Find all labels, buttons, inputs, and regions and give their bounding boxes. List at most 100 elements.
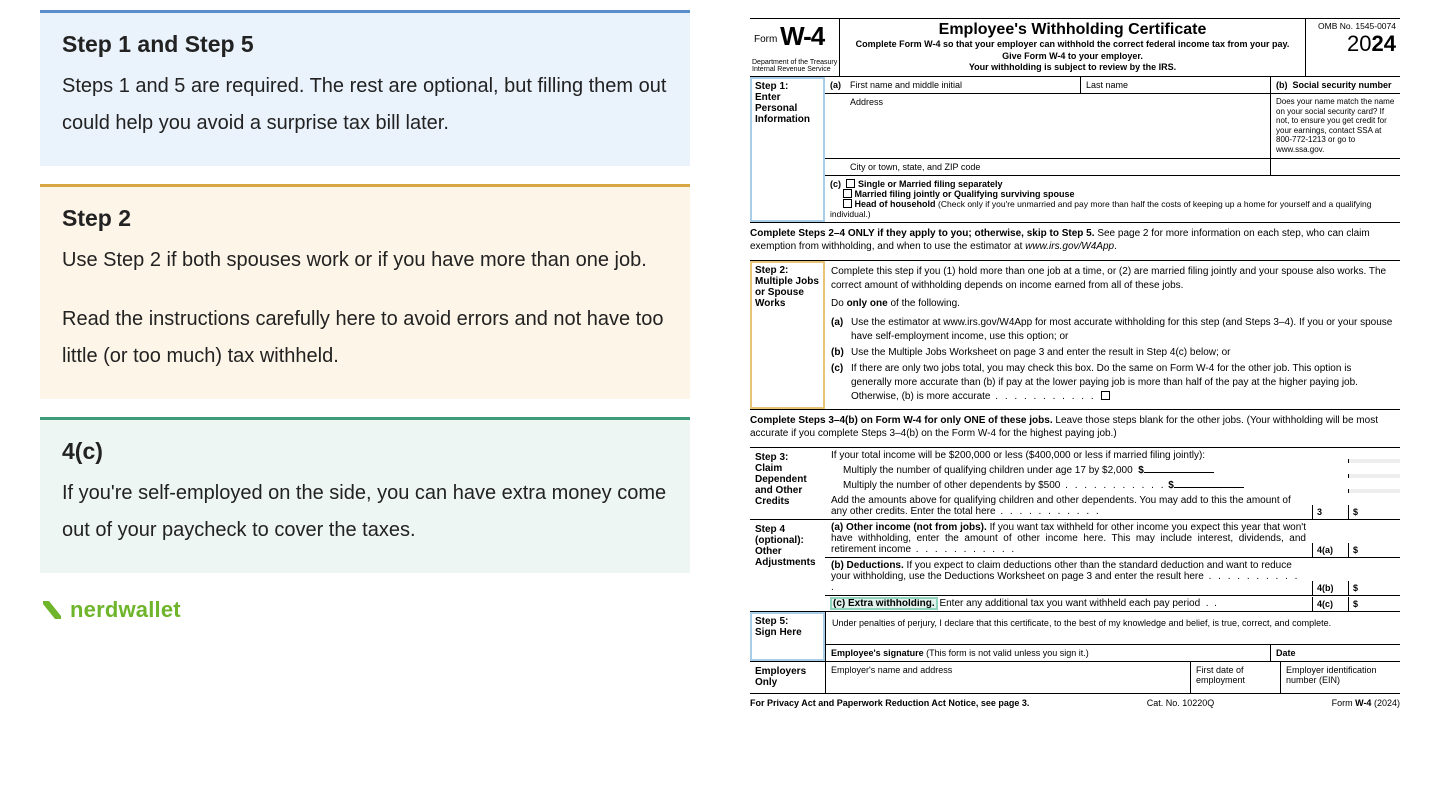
step2-row: Step 2: Multiple Jobs or Spouse Works Co… — [750, 260, 1400, 410]
step2-intro: Complete this step if you (1) hold more … — [831, 265, 1394, 293]
step-label: Step 3: — [755, 452, 788, 463]
step2-label-cell: Step 2: Multiple Jobs or Spouse Works — [750, 261, 825, 409]
line-4a-num: 4(a) — [1312, 543, 1348, 557]
form-sub: Give Form W-4 to your employer. — [846, 51, 1299, 63]
step1-a-label: (a) — [825, 77, 845, 93]
ein-field[interactable]: Employer identification number (EIN) — [1280, 662, 1400, 693]
employers-row: Employers Only Employer's name and addre… — [750, 662, 1400, 693]
note-steps-3-4b: Complete Steps 3–4(b) on Form W-4 for on… — [750, 410, 1400, 447]
card-step1-5: Step 1 and Step 5 Steps 1 and 5 are requ… — [40, 10, 690, 166]
year-bold: 24 — [1372, 31, 1396, 56]
card-4c: 4(c) If you're self-employed on the side… — [40, 417, 690, 573]
card-title: Step 2 — [62, 205, 668, 232]
step-label: Step 5: — [755, 616, 788, 627]
form-header: Form W-4 Department of the Treasury Inte… — [750, 19, 1400, 77]
step4-row: Step 4 (optional): Other Adjustments (a)… — [750, 520, 1400, 612]
checkbox-mfj[interactable] — [843, 189, 852, 198]
footer-left: For Privacy Act and Paperwork Reduction … — [750, 698, 1029, 708]
first-name-field[interactable]: First name and middle initial — [845, 77, 1080, 93]
step3-row: Step 3: Claim Dependent and Other Credit… — [750, 447, 1400, 520]
b-label: (b) — [1276, 80, 1288, 90]
line-4a-value[interactable]: $ — [1348, 543, 1400, 557]
first-date-field[interactable]: First date of employment — [1190, 662, 1280, 693]
step1-label-cell: Step 1: Enter Personal Information — [750, 77, 825, 222]
footer-right: Form W-4 (2024) — [1332, 698, 1400, 708]
address-field[interactable]: Address — [825, 94, 1270, 158]
city-field[interactable]: City or town, state, and ZIP code — [825, 159, 1270, 175]
step5-row: Step 5: Sign Here Under penalties of per… — [750, 612, 1400, 662]
perjury-declaration: Under penalties of perjury, I declare th… — [826, 612, 1400, 644]
nerdwallet-icon — [40, 598, 64, 622]
omb-number: OMB No. 1545-0074 — [1310, 21, 1396, 31]
last-name-field[interactable]: Last name — [1080, 77, 1270, 93]
step3-other-dep-amount[interactable] — [1174, 487, 1244, 488]
step3-label-cell: Step 3: Claim Dependent and Other Credit… — [750, 448, 825, 519]
step2-c: If there are only two jobs total, you ma… — [851, 362, 1394, 404]
step2-only: Do only one of the following. — [831, 293, 1394, 315]
step-desc: Other Adjustments — [755, 546, 816, 568]
explainer-column: Step 1 and Step 5 Steps 1 and 5 are requ… — [0, 0, 720, 802]
step1-row: Step 1: Enter Personal Information (a) F… — [750, 77, 1400, 223]
note-steps-2-4: Complete Steps 2–4 ONLY if they apply to… — [750, 223, 1400, 260]
step4a: (a) Other income (not from jobs). If you… — [825, 520, 1312, 557]
step2-b: Use the Multiple Jobs Worksheet on page … — [851, 346, 1394, 360]
card-step2: Step 2 Use Step 2 if both spouses work o… — [40, 184, 690, 399]
step3-intro: If your total income will be $200,000 or… — [825, 448, 1312, 463]
dept-line: Department of the Treasury — [752, 59, 837, 67]
checkbox-hoh[interactable] — [843, 199, 852, 208]
step2-a: Use the estimator at www.irs.gov/W4App f… — [851, 316, 1394, 344]
ssn-label: Social security number — [1293, 80, 1392, 90]
step-label: Step 1: — [755, 81, 788, 92]
step3-line2: Multiply the number of other dependents … — [825, 478, 1312, 493]
form-title: Employee's Withholding Certificate — [846, 21, 1299, 39]
line-3-num: 3 — [1312, 505, 1348, 519]
step3-line3: Add the amounts above for qualifying chi… — [825, 493, 1312, 519]
line-4b-value[interactable]: $ — [1348, 581, 1400, 595]
brand-text: nerdwallet — [70, 597, 181, 623]
step-desc: Sign Here — [755, 627, 802, 638]
step3-child-amount[interactable] — [1144, 472, 1214, 473]
fs-single: Single or Married filing separately — [858, 179, 1003, 189]
card-body: If you're self-employed on the side, you… — [62, 475, 668, 549]
fs-hoh: Head of household (Check only if you're … — [830, 199, 1372, 219]
signature-field[interactable]: Employee's signature (This form is not v… — [826, 645, 1270, 661]
fs-mfj: Married filing jointly or Qualifying sur… — [855, 189, 1075, 199]
line-4b-num: 4(b) — [1312, 581, 1348, 595]
card-body: Steps 1 and 5 are required. The rest are… — [62, 68, 668, 142]
step-desc: Multiple Jobs or Spouse Works — [755, 276, 819, 309]
checkbox-single[interactable] — [846, 179, 855, 188]
form-footer: For Privacy Act and Paperwork Reduction … — [750, 693, 1400, 708]
form-word: Form — [754, 34, 777, 45]
dept-line: Internal Revenue Service — [752, 66, 837, 74]
date-field[interactable]: Date — [1270, 645, 1400, 661]
form-sub: Complete Form W-4 so that your employer … — [846, 39, 1299, 51]
brand-logo: nerdwallet — [40, 597, 690, 623]
step4b: (b) Deductions. If you expect to claim d… — [825, 558, 1312, 595]
form-sub: Your withholding is subject to review by… — [846, 62, 1299, 74]
step5-label-cell: Step 5: Sign Here — [750, 612, 825, 661]
step-label: Step 2: — [755, 265, 788, 276]
checkbox-two-jobs[interactable] — [1101, 391, 1110, 400]
step4-label-cell: Step 4 (optional): Other Adjustments — [750, 520, 825, 611]
step4c: (c) Extra withholding. Enter any additio… — [825, 596, 1312, 611]
step-desc: Claim Dependent and Other Credits — [755, 463, 807, 507]
ssn-note: Does your name match the name on your so… — [1270, 94, 1400, 158]
ssn-field[interactable]: (b) Social security number — [1270, 77, 1400, 93]
card-title: 4(c) — [62, 438, 668, 465]
line-4c-value[interactable]: $ — [1348, 597, 1400, 611]
step-label: Step 4 (optional): — [755, 524, 804, 546]
form-code: W-4 — [780, 21, 824, 52]
w4-form: Form W-4 Department of the Treasury Inte… — [720, 0, 1440, 802]
employer-name-field[interactable]: Employer's name and address — [826, 662, 1190, 693]
step3-line1: Multiply the number of qualifying childr… — [825, 463, 1312, 478]
card-title: Step 1 and Step 5 — [62, 31, 668, 58]
c-label: (c) — [830, 179, 841, 189]
card-body: Read the instructions carefully here to … — [62, 301, 668, 375]
footer-center: Cat. No. 10220Q — [1147, 698, 1215, 708]
line-4c-num: 4(c) — [1312, 597, 1348, 611]
line-3-value[interactable]: $ — [1348, 505, 1400, 519]
step-desc: Enter Personal Information — [755, 92, 810, 125]
card-body: Use Step 2 if both spouses work or if yo… — [62, 242, 668, 279]
employers-label: Employers Only — [750, 662, 825, 693]
year-prefix: 20 — [1347, 31, 1371, 56]
